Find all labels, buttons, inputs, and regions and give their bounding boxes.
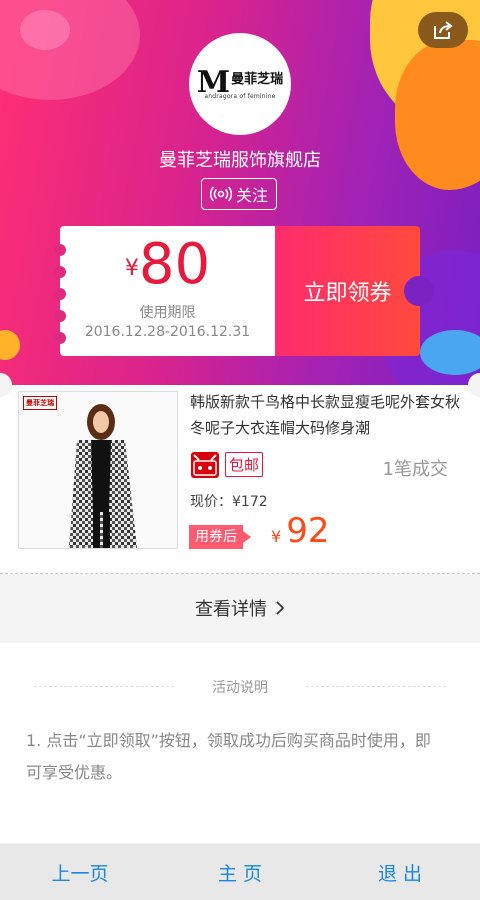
- decor-blob: [20, 10, 70, 50]
- decor-blob: [0, 330, 20, 360]
- shop-logo: M 曼菲芝瑞 andragora of feminine: [189, 33, 291, 135]
- shop-header-banner: M 曼菲芝瑞 andragora of feminine 曼菲芝瑞服饰旗舰店 关…: [0, 0, 480, 385]
- shop-name: 曼菲芝瑞服饰旗舰店: [159, 150, 321, 171]
- product-photo: [19, 392, 177, 548]
- coupon-validity-label: 使用期限: [139, 305, 196, 321]
- card-notch: [468, 373, 480, 397]
- coupon-bite: [404, 276, 434, 306]
- decor-blob: [0, 0, 140, 100]
- free-shipping-badge: 包邮: [225, 452, 264, 477]
- view-details-link[interactable]: 查看详情: [0, 574, 480, 642]
- coupon-amount: ¥80: [60, 234, 275, 296]
- nav-exit[interactable]: 退 出: [320, 859, 480, 886]
- product-card[interactable]: 曼菲芝瑞 韩版新款千鸟格中长款显瘦毛呢外套女秋冬呢子大衣连帽大码修身潮 包邮 1…: [0, 373, 480, 574]
- tmall-icon: [191, 452, 219, 478]
- activity-heading: 活动说明: [34, 677, 446, 697]
- coupon-validity-dates: 2016.12.28-2016.12.31: [84, 324, 251, 340]
- coupon-value: 80: [138, 232, 211, 297]
- follow-button[interactable]: 关注: [201, 178, 277, 210]
- bottom-navigation: 上一页 主 页 退 出: [0, 844, 480, 900]
- current-price: 现价：¥172: [190, 494, 268, 510]
- product-title[interactable]: 韩版新款千鸟格中长款显瘦毛呢外套女秋冬呢子大衣连帽大码修身潮: [190, 389, 462, 441]
- coupon-info: ¥80 使用期限 2016.12.28-2016.12.31: [54, 226, 275, 356]
- activity-section: 活动说明 1. 点击“立即领取”按钮，领取成功后购买商品时使用，即可享受优惠。: [0, 643, 480, 843]
- after-coupon-price: ¥ 92: [271, 511, 330, 551]
- nav-prev-page[interactable]: 上一页: [0, 859, 160, 886]
- share-icon: [434, 21, 453, 39]
- after-coupon-value: 92: [286, 511, 330, 551]
- share-button[interactable]: [418, 12, 468, 48]
- claim-coupon-button[interactable]: 立即领券: [275, 226, 434, 356]
- chevron-right-icon: [276, 601, 285, 615]
- after-coupon-tag: 用券后: [189, 525, 251, 549]
- after-coupon-currency: ¥: [271, 527, 282, 546]
- sales-count: 1笔成交: [382, 459, 448, 480]
- product-image[interactable]: 曼菲芝瑞: [18, 391, 178, 549]
- image-brand-tag: 曼菲芝瑞: [23, 396, 57, 410]
- view-details-label: 查看详情: [195, 599, 267, 620]
- coupon-currency: ¥: [124, 256, 139, 281]
- radio-wave-icon: [209, 186, 232, 202]
- activity-description: 1. 点击“立即领取”按钮，领取成功后购买商品时使用，即可享受优惠。: [26, 731, 431, 782]
- claim-coupon-label: 立即领券: [303, 281, 392, 306]
- logo-name: 曼菲芝瑞: [231, 72, 284, 87]
- logo-subtitle: andragora of feminine: [204, 93, 276, 100]
- follow-label: 关注: [235, 186, 268, 205]
- nav-home[interactable]: 主 页: [160, 859, 320, 886]
